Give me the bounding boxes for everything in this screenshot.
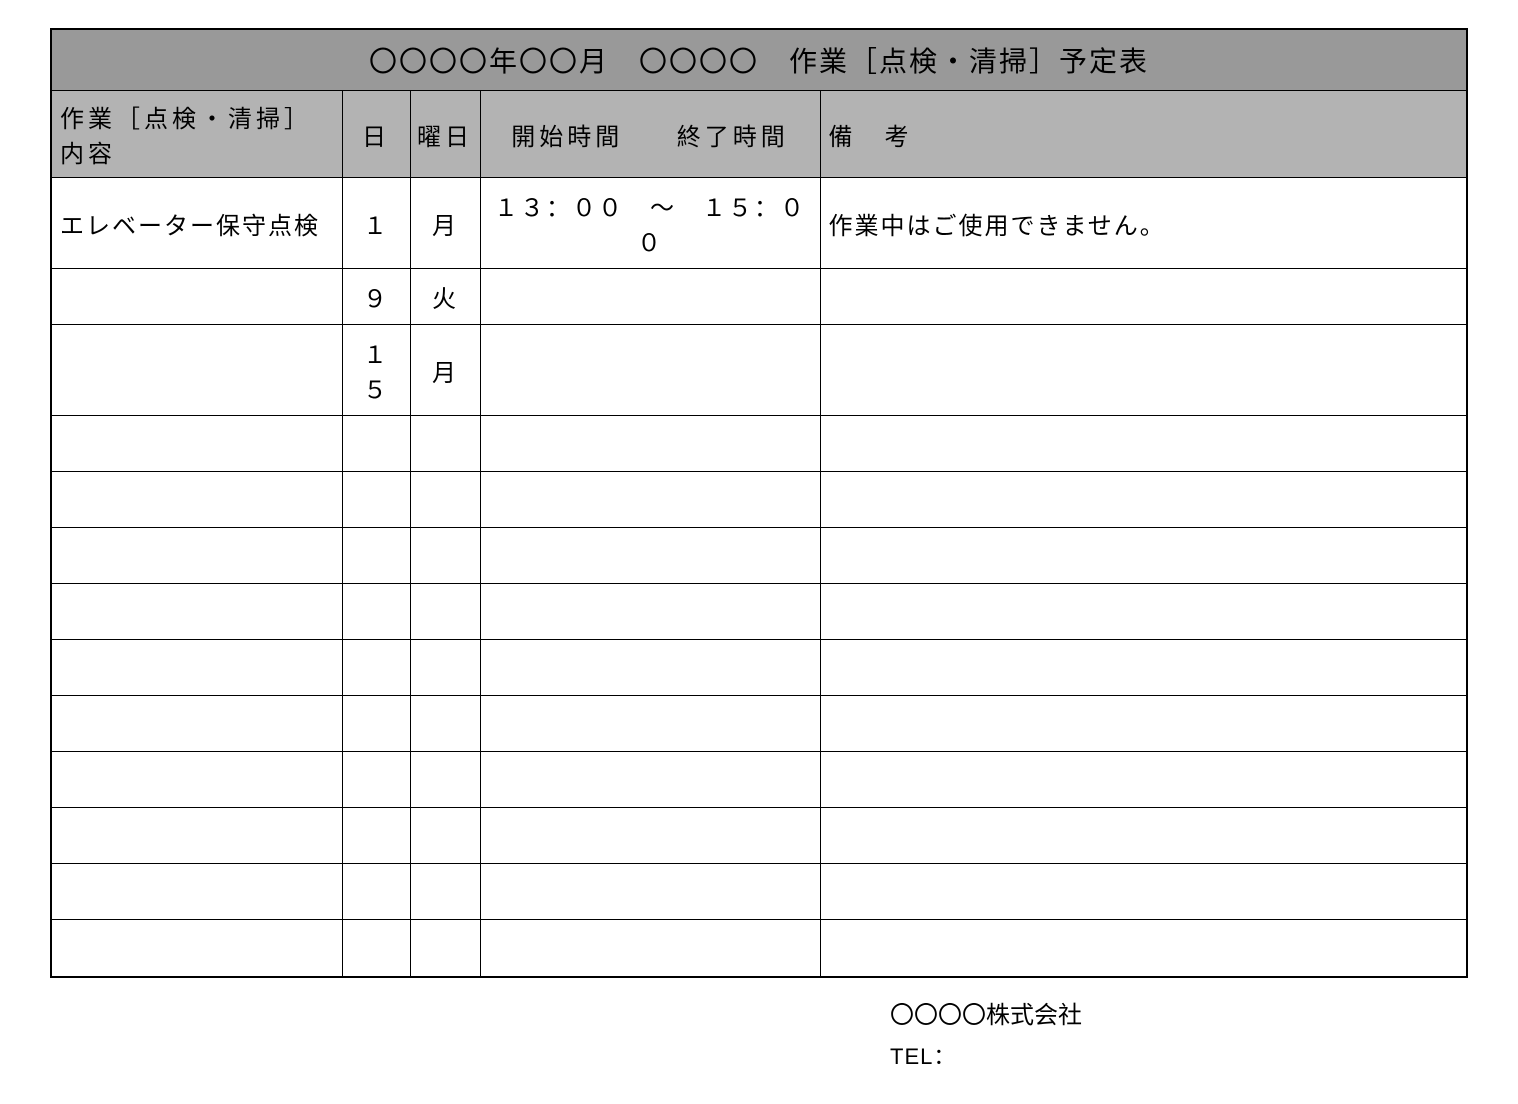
cell-content bbox=[52, 472, 342, 528]
cell-day bbox=[342, 472, 410, 528]
cell-day bbox=[342, 640, 410, 696]
table-row: ９火 bbox=[52, 269, 1466, 325]
cell-time bbox=[480, 472, 820, 528]
table-row: エレベーター保守点検１月１３：００ ～ １５：００作業中はご使用できません。 bbox=[52, 178, 1466, 269]
cell-day bbox=[342, 584, 410, 640]
cell-remarks: 作業中はご使用できません。 bbox=[820, 178, 1466, 269]
cell-time bbox=[480, 864, 820, 920]
cell-content bbox=[52, 528, 342, 584]
page-title: 〇〇〇〇年〇〇月 〇〇〇〇 作業［点検・清掃］予定表 bbox=[52, 30, 1466, 91]
header-content: 作業［点検・清掃］内容 bbox=[52, 91, 342, 178]
cell-content bbox=[52, 920, 342, 976]
cell-remarks bbox=[820, 808, 1466, 864]
cell-day bbox=[342, 416, 410, 472]
header-day: 日 bbox=[342, 91, 410, 178]
header-remarks: 備 考 bbox=[820, 91, 1466, 178]
cell-weekday bbox=[410, 472, 480, 528]
cell-time bbox=[480, 584, 820, 640]
cell-content bbox=[52, 752, 342, 808]
cell-weekday bbox=[410, 808, 480, 864]
cell-weekday bbox=[410, 864, 480, 920]
cell-day: １ bbox=[342, 178, 410, 269]
cell-day bbox=[342, 864, 410, 920]
cell-time bbox=[480, 808, 820, 864]
cell-tilde: ～ bbox=[624, 195, 702, 222]
cell-day bbox=[342, 528, 410, 584]
cell-content bbox=[52, 808, 342, 864]
cell-weekday bbox=[410, 752, 480, 808]
cell-weekday: 月 bbox=[410, 178, 480, 269]
cell-weekday bbox=[410, 584, 480, 640]
cell-weekday: 火 bbox=[410, 269, 480, 325]
cell-content bbox=[52, 325, 342, 416]
cell-time bbox=[480, 696, 820, 752]
cell-remarks bbox=[820, 416, 1466, 472]
header-end-time: 終了時間 bbox=[677, 117, 789, 152]
cell-day bbox=[342, 808, 410, 864]
cell-time: １３：００ ～ １５：００ bbox=[480, 178, 820, 269]
table-row bbox=[52, 584, 1466, 640]
cell-remarks bbox=[820, 584, 1466, 640]
table-row: １５月 bbox=[52, 325, 1466, 416]
header-row: 作業［点検・清掃］内容 日 曜日 開始時間 終了時間 備 考 bbox=[52, 91, 1466, 178]
cell-day: ９ bbox=[342, 269, 410, 325]
cell-weekday bbox=[410, 640, 480, 696]
table-row bbox=[52, 416, 1466, 472]
cell-remarks bbox=[820, 752, 1466, 808]
schedule-table: 作業［点検・清掃］内容 日 曜日 開始時間 終了時間 備 考 エレベーター保守点… bbox=[52, 91, 1466, 976]
cell-time bbox=[480, 640, 820, 696]
cell-day bbox=[342, 696, 410, 752]
cell-time bbox=[480, 752, 820, 808]
cell-remarks bbox=[820, 920, 1466, 976]
cell-remarks bbox=[820, 696, 1466, 752]
cell-time bbox=[480, 528, 820, 584]
table-row bbox=[52, 808, 1466, 864]
cell-content bbox=[52, 696, 342, 752]
cell-day bbox=[342, 920, 410, 976]
table-row bbox=[52, 472, 1466, 528]
header-weekday: 曜日 bbox=[410, 91, 480, 178]
cell-remarks bbox=[820, 269, 1466, 325]
cell-time bbox=[480, 920, 820, 976]
cell-remarks bbox=[820, 325, 1466, 416]
cell-day: １５ bbox=[342, 325, 410, 416]
cell-content bbox=[52, 864, 342, 920]
cell-remarks bbox=[820, 528, 1466, 584]
cell-remarks bbox=[820, 640, 1466, 696]
company-name: 〇〇〇〇株式会社 bbox=[890, 994, 1468, 1037]
cell-weekday bbox=[410, 696, 480, 752]
cell-weekday bbox=[410, 416, 480, 472]
cell-content bbox=[52, 640, 342, 696]
cell-content: エレベーター保守点検 bbox=[52, 178, 342, 269]
cell-day bbox=[342, 752, 410, 808]
cell-content bbox=[52, 584, 342, 640]
cell-content bbox=[52, 416, 342, 472]
cell-remarks bbox=[820, 864, 1466, 920]
table-row bbox=[52, 696, 1466, 752]
table-row bbox=[52, 528, 1466, 584]
footer: 〇〇〇〇株式会社 TEL： bbox=[50, 994, 1468, 1077]
table-row bbox=[52, 752, 1466, 808]
cell-time bbox=[480, 269, 820, 325]
cell-time bbox=[480, 325, 820, 416]
cell-weekday bbox=[410, 528, 480, 584]
cell-start-time: １３：００ bbox=[494, 195, 624, 222]
cell-weekday: 月 bbox=[410, 325, 480, 416]
table-row bbox=[52, 640, 1466, 696]
cell-weekday bbox=[410, 920, 480, 976]
header-start-time: 開始時間 bbox=[511, 117, 623, 152]
cell-remarks bbox=[820, 472, 1466, 528]
schedule-table-wrapper: 〇〇〇〇年〇〇月 〇〇〇〇 作業［点検・清掃］予定表 作業［点検・清掃］内容 日… bbox=[50, 28, 1468, 978]
cell-content bbox=[52, 269, 342, 325]
header-time: 開始時間 終了時間 bbox=[480, 91, 820, 178]
table-row bbox=[52, 920, 1466, 976]
cell-time bbox=[480, 416, 820, 472]
table-row bbox=[52, 864, 1466, 920]
tel-label: TEL： bbox=[890, 1037, 1468, 1077]
